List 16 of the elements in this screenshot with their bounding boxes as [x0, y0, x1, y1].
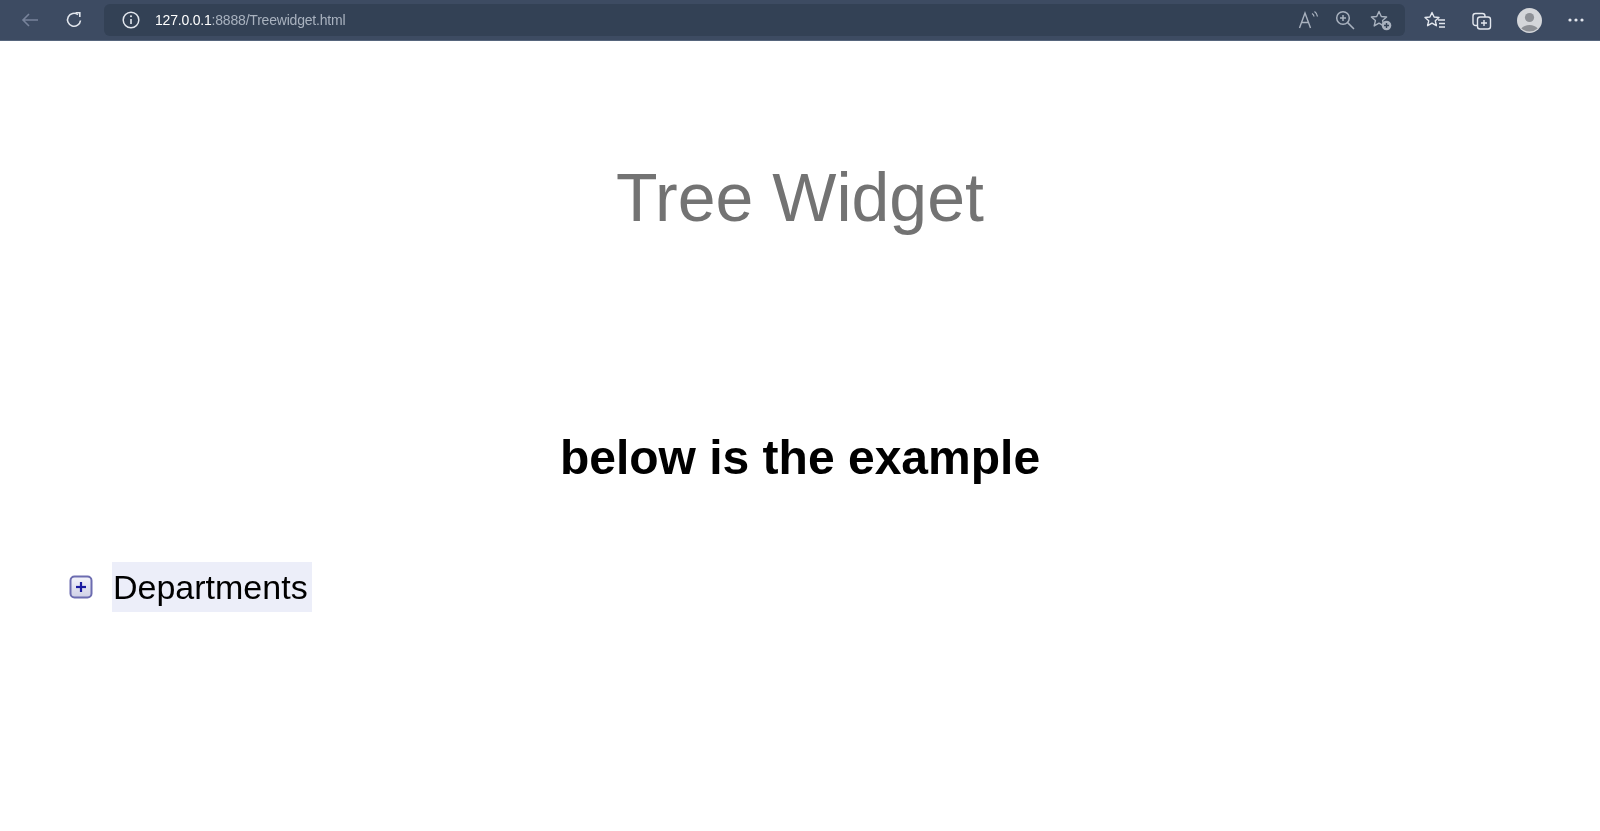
- star-list-icon: [1424, 10, 1446, 30]
- star-plus-icon[interactable]: [1370, 9, 1392, 31]
- url-text: 127.0.0.1:8888/Treewidget.html: [155, 12, 346, 28]
- zoom-in-icon[interactable]: [1335, 10, 1355, 30]
- collections-icon: [1472, 10, 1492, 30]
- page-subtitle: below is the example: [559, 430, 1041, 486]
- back-arrow-icon: [21, 12, 39, 28]
- info-icon[interactable]: [122, 11, 140, 29]
- avatar-icon: [1516, 7, 1542, 33]
- read-aloud-icon[interactable]: [1298, 10, 1320, 30]
- tree-item[interactable]: Departments: [112, 562, 312, 612]
- more-dots-icon: [1568, 18, 1584, 22]
- reload-icon: [65, 11, 83, 29]
- address-bar[interactable]: 127.0.0.1:8888/Treewidget.html: [104, 4, 1405, 36]
- expand-toggle[interactable]: [69, 575, 93, 599]
- page-title: Tree Widget: [616, 158, 984, 237]
